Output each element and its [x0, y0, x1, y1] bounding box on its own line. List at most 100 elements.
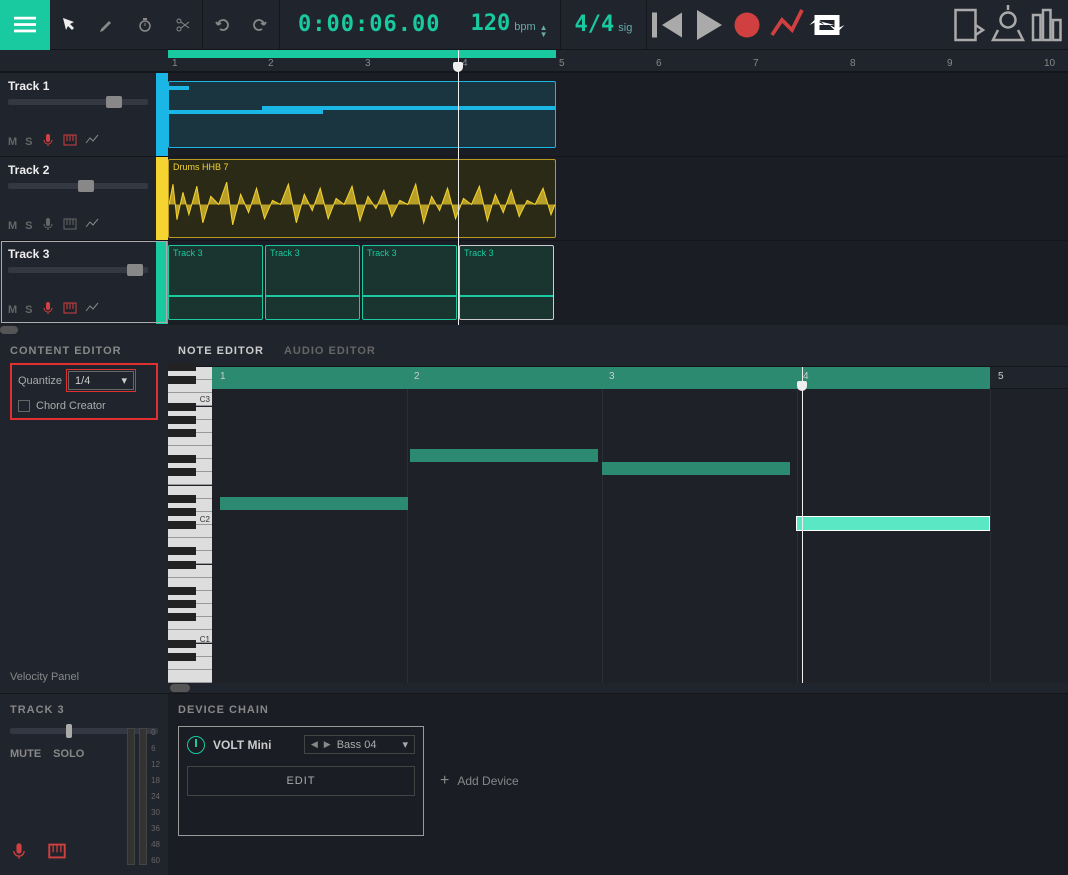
arrangement-view: Track 1 M S Track 2 M S: [0, 50, 1068, 325]
time-display[interactable]: 0:00:06.00: [280, 12, 458, 37]
timeline[interactable]: 1 2 3 4 5 6 7 8 9 10 Drums HHB 7: [168, 50, 1068, 325]
mute-button[interactable]: M: [8, 136, 17, 148]
arm-record-icon[interactable]: [41, 133, 55, 150]
midi-clip[interactable]: [168, 81, 556, 148]
midi-input-icon[interactable]: [63, 217, 77, 234]
preset-selector[interactable]: ◀ ▶ Bass 04 ▾: [304, 735, 415, 754]
device-area: TRACK 3 MUTE SOLO 0 6 12 18 24 30 36 48 …: [0, 693, 1068, 875]
track-name[interactable]: Track 1: [8, 79, 148, 93]
velocity-panel-label[interactable]: Velocity Panel: [10, 671, 79, 683]
content-editor: CONTENT EDITOR Quantize 1/4 ▾ Chord Crea…: [0, 335, 1068, 693]
track-name[interactable]: Track 2: [8, 163, 148, 177]
device-power-button[interactable]: [187, 736, 205, 754]
midi-clip[interactable]: Track 3: [168, 245, 263, 320]
solo-button[interactable]: S: [25, 220, 32, 232]
track-lane-2[interactable]: Drums HHB 7: [168, 156, 1068, 240]
preset-prev-icon[interactable]: ◀: [311, 739, 318, 750]
content-editor-title: CONTENT EDITOR: [10, 345, 158, 357]
menu-button[interactable]: [0, 0, 50, 50]
track-color-strip: [156, 73, 168, 156]
mute-button[interactable]: M: [8, 220, 17, 232]
preset-next-icon[interactable]: ▶: [324, 739, 331, 750]
export-button[interactable]: [948, 0, 988, 50]
device-chain-main: DEVICE CHAIN VOLT Mini ◀ ▶ Bass 04 ▾ EDI…: [168, 694, 1068, 875]
stopwatch-tool[interactable]: [126, 0, 164, 50]
arm-record-icon[interactable]: [10, 842, 28, 865]
mute-button[interactable]: MUTE: [10, 748, 41, 760]
note-playhead[interactable]: [802, 367, 803, 683]
track-lane-3[interactable]: Track 3 Track 3 Track 3 Track 3: [168, 240, 1068, 324]
track-header-3[interactable]: Track 3 M S: [0, 240, 168, 324]
midi-clip-selected[interactable]: Track 3: [459, 245, 554, 320]
pointer-tool[interactable]: [50, 0, 88, 50]
share-button[interactable]: [988, 0, 1028, 50]
undo-button[interactable]: [203, 0, 241, 50]
toolbar: 0:00:06.00 120 bpm ▲▼ 4/4 sig: [0, 0, 1068, 50]
loop-button[interactable]: [807, 0, 847, 50]
midi-note[interactable]: [220, 497, 408, 510]
content-editor-sidebar: CONTENT EDITOR Quantize 1/4 ▾ Chord Crea…: [0, 335, 168, 693]
automation-button[interactable]: [767, 0, 807, 50]
timeline-scrollbar[interactable]: [0, 325, 1068, 335]
loop-region[interactable]: [168, 50, 556, 58]
audio-clip[interactable]: Drums HHB 7: [168, 159, 556, 238]
track-header-1[interactable]: Track 1 M S: [0, 72, 168, 156]
arm-record-icon[interactable]: [41, 301, 55, 318]
scissors-tool[interactable]: [164, 0, 202, 50]
chord-creator-label: Chord Creator: [36, 400, 106, 412]
mute-button[interactable]: M: [8, 304, 17, 316]
tempo-spinner[interactable]: ▲▼: [540, 24, 548, 38]
tab-note-editor[interactable]: NOTE EDITOR: [178, 345, 264, 357]
track-header-2[interactable]: Track 2 M S: [0, 156, 168, 240]
note-grid[interactable]: 1 2 3 4 5: [212, 367, 1068, 683]
midi-note[interactable]: [410, 449, 598, 462]
solo-button[interactable]: S: [25, 304, 32, 316]
midi-clip[interactable]: Track 3: [362, 245, 457, 320]
track-volume-slider[interactable]: [8, 99, 148, 105]
solo-button[interactable]: SOLO: [53, 748, 84, 760]
track-headers: Track 1 M S Track 2 M S: [0, 50, 168, 325]
plus-icon: +: [440, 772, 449, 790]
automation-icon[interactable]: [85, 217, 99, 234]
track-volume-slider[interactable]: [8, 267, 148, 273]
quantize-label: Quantize: [18, 375, 62, 387]
track-volume-slider[interactable]: [8, 183, 148, 189]
edit-device-button[interactable]: EDIT: [187, 766, 415, 796]
add-device-button[interactable]: + Add Device: [440, 772, 519, 790]
note-editor-main: NOTE EDITOR AUDIO EDITOR /* keys drawn b…: [168, 335, 1068, 693]
waveform: [169, 174, 555, 235]
piano-keyboard[interactable]: /* keys drawn below via generated divs *…: [168, 367, 212, 683]
piano-key-label: C3: [200, 395, 210, 404]
chord-creator-checkbox[interactable]: [18, 400, 30, 412]
timeline-ruler[interactable]: 1 2 3 4 5 6 7 8 9 10: [168, 50, 1068, 72]
note-scrollbar[interactable]: [168, 683, 1068, 693]
automation-icon[interactable]: [85, 133, 99, 150]
tempo-display[interactable]: 120 bpm ▲▼: [458, 11, 559, 38]
instrument-device[interactable]: VOLT Mini ◀ ▶ Bass 04 ▾ EDIT: [178, 726, 424, 836]
automation-icon[interactable]: [85, 301, 99, 318]
track-name[interactable]: Track 3: [8, 247, 148, 261]
midi-input-icon[interactable]: [63, 301, 77, 318]
midi-note[interactable]: [602, 462, 790, 475]
record-button[interactable]: [727, 0, 767, 50]
chevron-down-icon: ▾: [402, 738, 408, 751]
tab-audio-editor[interactable]: AUDIO EDITOR: [284, 345, 376, 357]
note-ruler[interactable]: 1 2 3 4 5: [212, 367, 1068, 389]
midi-input-icon[interactable]: [48, 842, 66, 865]
play-button[interactable]: [687, 0, 727, 50]
quantize-select[interactable]: 1/4 ▾: [68, 371, 134, 390]
midi-note-selected[interactable]: [797, 517, 989, 530]
playhead[interactable]: [458, 50, 459, 325]
rewind-button[interactable]: [647, 0, 687, 50]
time-signature[interactable]: 4/4 sig: [561, 12, 647, 37]
midi-input-icon[interactable]: [63, 133, 77, 150]
note-loop-region[interactable]: [212, 367, 990, 389]
arm-record-icon[interactable]: [41, 217, 55, 234]
redo-button[interactable]: [241, 0, 279, 50]
track-lane-1[interactable]: [168, 72, 1068, 156]
midi-clip[interactable]: Track 3: [265, 245, 360, 320]
editor-tabs: NOTE EDITOR AUDIO EDITOR: [168, 335, 1068, 367]
mixer-button[interactable]: [1028, 0, 1068, 50]
solo-button[interactable]: S: [25, 136, 32, 148]
pencil-tool[interactable]: [88, 0, 126, 50]
